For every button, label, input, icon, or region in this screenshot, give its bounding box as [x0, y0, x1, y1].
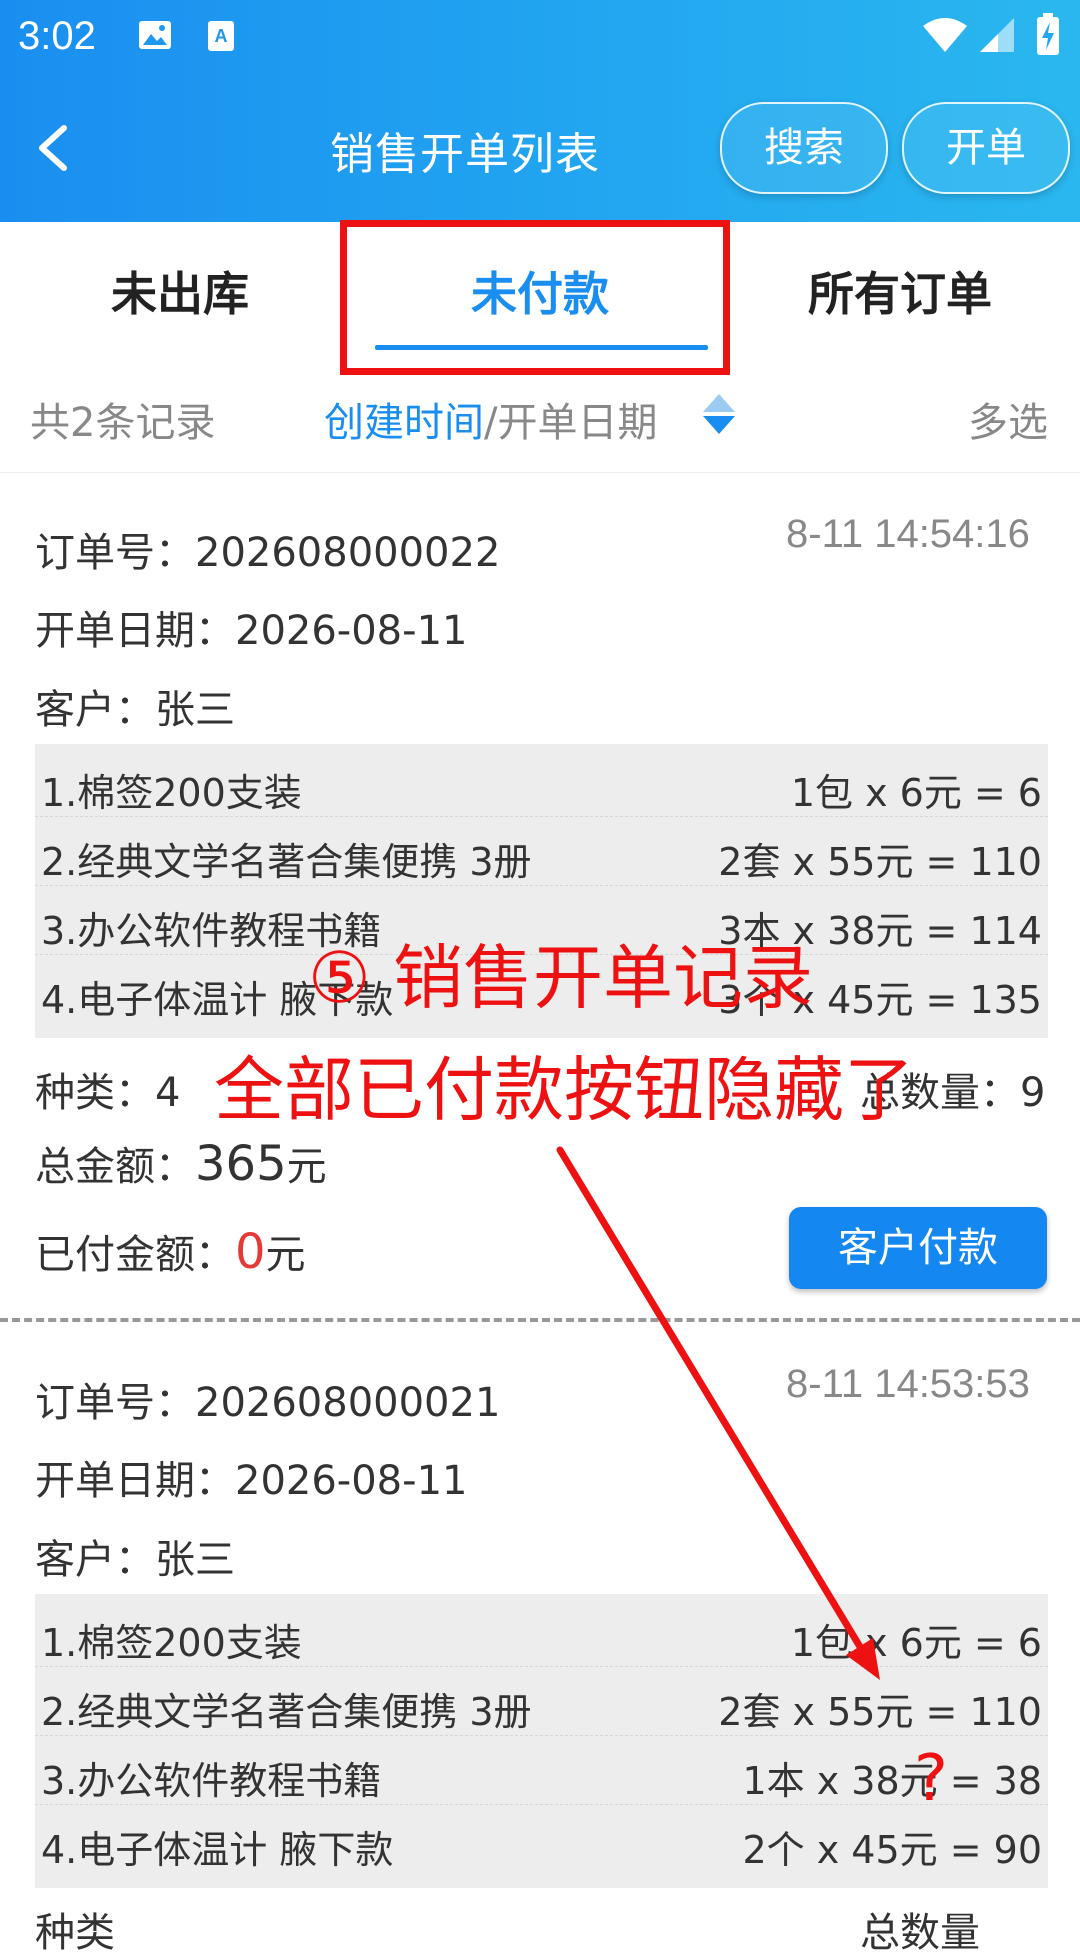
annotation-arrow	[556, 1146, 880, 1680]
annotation-question-mark: ?	[914, 1742, 948, 1816]
